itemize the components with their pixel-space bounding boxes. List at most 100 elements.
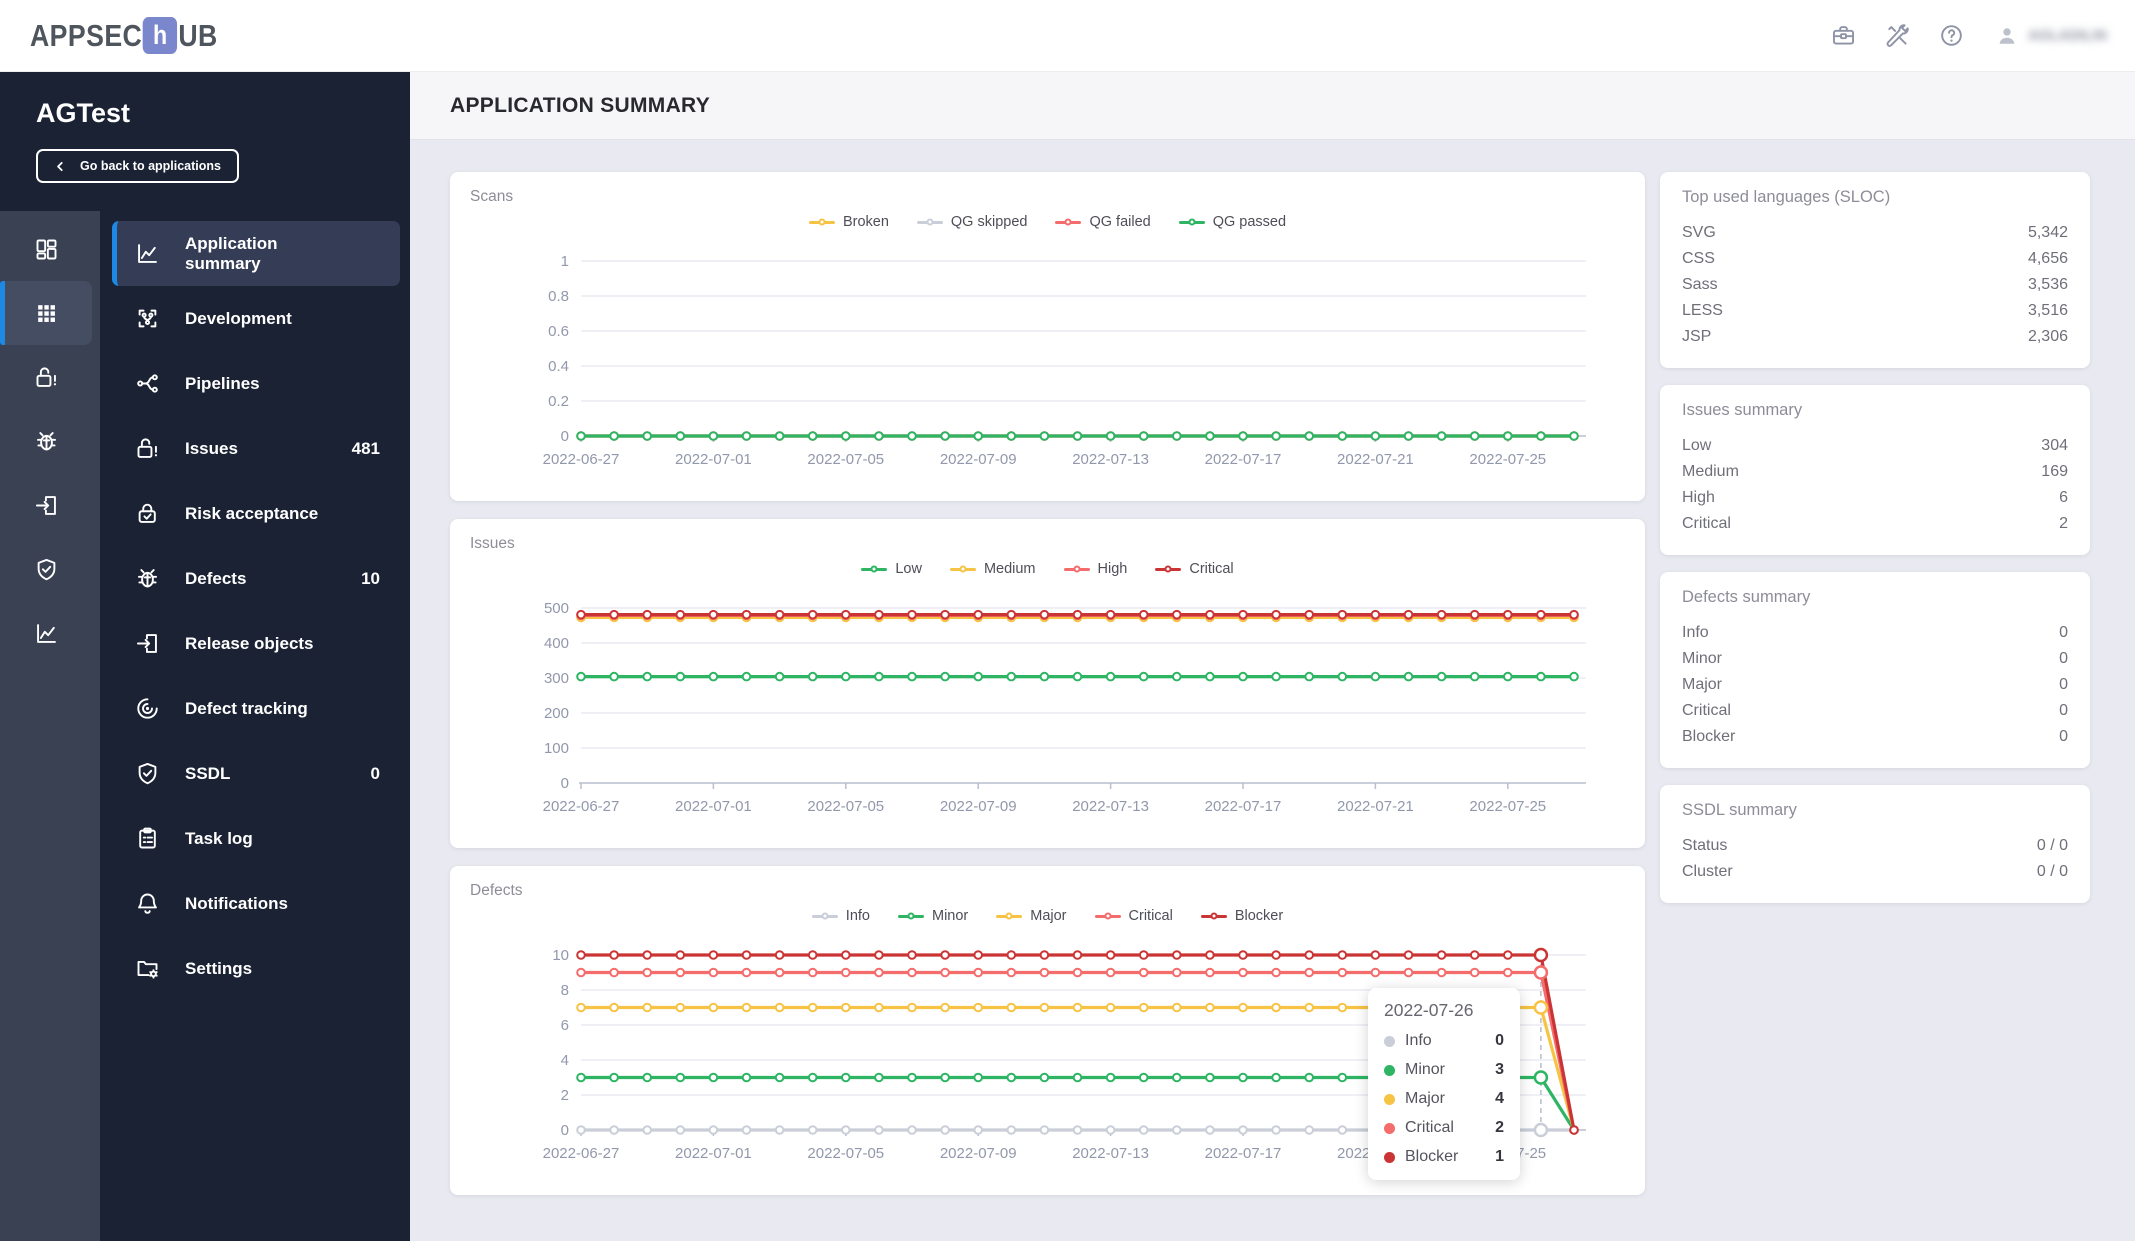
- legend-item[interactable]: Major: [996, 908, 1067, 924]
- legend-marker-icon: [1155, 565, 1182, 573]
- legend-marker-icon: [808, 218, 835, 226]
- legend-item[interactable]: QG passed: [1178, 214, 1286, 230]
- svg-text:2022-07-13: 2022-07-13: [1072, 1145, 1149, 1162]
- sidebar-item-ssdl[interactable]: SSDL 0: [100, 741, 410, 806]
- sidebar-item-issues[interactable]: Issues 481: [100, 416, 410, 481]
- back-to-applications-button[interactable]: Go back to applications: [36, 149, 239, 183]
- user-icon: [1999, 27, 2015, 44]
- line-chart-icon: [36, 623, 56, 643]
- bug-icon: [137, 569, 158, 588]
- user-name: AGLADILIN: [2028, 27, 2107, 44]
- svg-text:2022-06-27: 2022-06-27: [543, 451, 620, 468]
- sidebar-item-notifications[interactable]: Notifications: [100, 871, 410, 936]
- language-row: LESS 3,516: [1682, 302, 2068, 319]
- svg-text:4: 4: [561, 1052, 569, 1069]
- user-menu[interactable]: AGLADILIN: [1994, 23, 2113, 49]
- legend-item[interactable]: Blocker: [1200, 908, 1283, 924]
- svg-text:2022-07-21: 2022-07-21: [1337, 798, 1414, 815]
- summary-row: Blocker 0: [1682, 728, 2068, 745]
- rail-item-summary-chart[interactable]: [0, 601, 92, 665]
- help-button[interactable]: [1930, 15, 1972, 57]
- tooltip-row: Info 0: [1384, 1032, 1504, 1050]
- scans-chart[interactable]: 0 0.2 0.4 0.6 0.8 1 2022-06-27 2022-07-01 2022-0…: [466, 236, 1629, 491]
- briefcase-icon: [1832, 26, 1854, 45]
- issues-chart[interactable]: 0 100 200 300 400 500 2022-06-27 2022-07-01 2022…: [466, 583, 1629, 838]
- summary-row: Low 304: [1682, 437, 2068, 454]
- svg-text:2022-07-17: 2022-07-17: [1205, 451, 1282, 468]
- rail-item-ssdl[interactable]: [0, 537, 92, 601]
- issues-summary-card: Issues summary Low 304 Medium 169 High 6 Cr…: [1660, 385, 2090, 555]
- legend-item[interactable]: Medium: [949, 561, 1036, 577]
- legend-item[interactable]: QG failed: [1055, 214, 1151, 230]
- chart-tooltip: 2022-07-26 Info 0 Minor 3 Major 4 Critic…: [1368, 988, 1520, 1180]
- shield-check-icon: [138, 762, 157, 785]
- svg-text:500: 500: [544, 600, 569, 617]
- page-header: APPLICATION SUMMARY: [410, 72, 2135, 140]
- page-title: APPLICATION SUMMARY: [450, 93, 711, 117]
- svg-text:2022-07-13: 2022-07-13: [1072, 451, 1149, 468]
- logo-text-right: UB: [178, 17, 218, 53]
- projects-briefcase-button[interactable]: [1822, 15, 1864, 57]
- legend-item[interactable]: Broken: [808, 214, 889, 230]
- sidebar-item-pipelines[interactable]: Pipelines: [100, 351, 410, 416]
- summary-row: Cluster 0 / 0: [1682, 863, 2068, 880]
- card-title: Defects summary: [1682, 588, 1811, 606]
- ssdl-count-badge: 0: [370, 763, 380, 783]
- sidebar-item-risk-acceptance[interactable]: Risk acceptance: [100, 481, 410, 546]
- legend-label: Medium: [983, 561, 1036, 577]
- legend-item[interactable]: Info: [811, 908, 870, 924]
- line-chart-icon: [138, 244, 157, 263]
- legend-item[interactable]: Critical: [1155, 561, 1234, 577]
- svg-text:2022-07-01: 2022-07-01: [675, 798, 752, 815]
- rail-item-issues[interactable]: [0, 345, 92, 409]
- tooltip-row: Blocker 1: [1384, 1148, 1504, 1166]
- sidebar-item-application-summary[interactable]: Application summary: [112, 221, 400, 286]
- svg-text:8: 8: [561, 982, 569, 999]
- svg-text:200: 200: [544, 705, 569, 722]
- apps-grid-icon: [37, 304, 55, 322]
- svg-text:0.8: 0.8: [548, 288, 569, 305]
- sidebar-item-settings[interactable]: Settings: [100, 936, 410, 1001]
- lock-alert-icon: [137, 438, 158, 458]
- card-title: Top used languages (SLOC): [1682, 188, 1891, 206]
- legend-marker-icon: [916, 218, 943, 226]
- content: Scans Broken QG skipped QG failed QG passed…: [410, 140, 2135, 1241]
- svg-text:2022-06-27: 2022-06-27: [543, 1145, 620, 1162]
- svg-text:0.2: 0.2: [548, 393, 569, 410]
- svg-text:2022-07-09: 2022-07-09: [940, 451, 1017, 468]
- scans-legend: Broken QG skipped QG failed QG passed: [466, 210, 1629, 234]
- admin-tools-button[interactable]: [1876, 15, 1918, 57]
- sidebar-item-defects[interactable]: Defects 10: [100, 546, 410, 611]
- legend-label: Major: [1030, 908, 1067, 924]
- svg-text:2022-06-27: 2022-06-27: [543, 798, 620, 815]
- sidebar-menu: Application summary Development Pipeline…: [100, 211, 410, 1241]
- svg-text:6: 6: [561, 1017, 569, 1034]
- rail-item-release-objects[interactable]: [0, 473, 92, 537]
- legend-item[interactable]: High: [1063, 561, 1127, 577]
- scans-card: Scans Broken QG skipped QG failed QG passed…: [450, 172, 1645, 501]
- app-logo[interactable]: APPSEC h UB: [30, 17, 248, 54]
- bug-icon: [36, 431, 56, 450]
- lock-alert-icon: [36, 366, 56, 387]
- topbar: APPSEC h UB AGLADILIN: [0, 0, 2135, 72]
- target-icon: [137, 698, 158, 719]
- box-arrow-icon: [136, 634, 157, 653]
- rail-item-applications[interactable]: [0, 281, 92, 345]
- legend-item[interactable]: Critical: [1094, 908, 1173, 924]
- legend-item[interactable]: Minor: [897, 908, 968, 924]
- rail-item-defects[interactable]: [0, 409, 92, 473]
- development-icon: [138, 309, 157, 328]
- legend-item[interactable]: Low: [861, 561, 922, 577]
- sidebar-item-release-objects[interactable]: Release objects: [100, 611, 410, 676]
- svg-text:2022-07-17: 2022-07-17: [1205, 1145, 1282, 1162]
- sidebar-item-task-log[interactable]: Task log: [100, 806, 410, 871]
- sidebar-item-development[interactable]: Development: [100, 286, 410, 351]
- sidebar-item-defect-tracking[interactable]: Defect tracking: [100, 676, 410, 741]
- legend-label: Broken: [842, 214, 889, 230]
- legend-marker-icon: [996, 912, 1023, 920]
- rail-item-dashboard[interactable]: [0, 217, 92, 281]
- defects-count-badge: 10: [361, 568, 380, 588]
- languages-card: Top used languages (SLOC) SVG 5,342 CSS 4,…: [1660, 172, 2090, 368]
- legend-item[interactable]: QG skipped: [916, 214, 1027, 230]
- svg-text:400: 400: [544, 635, 569, 652]
